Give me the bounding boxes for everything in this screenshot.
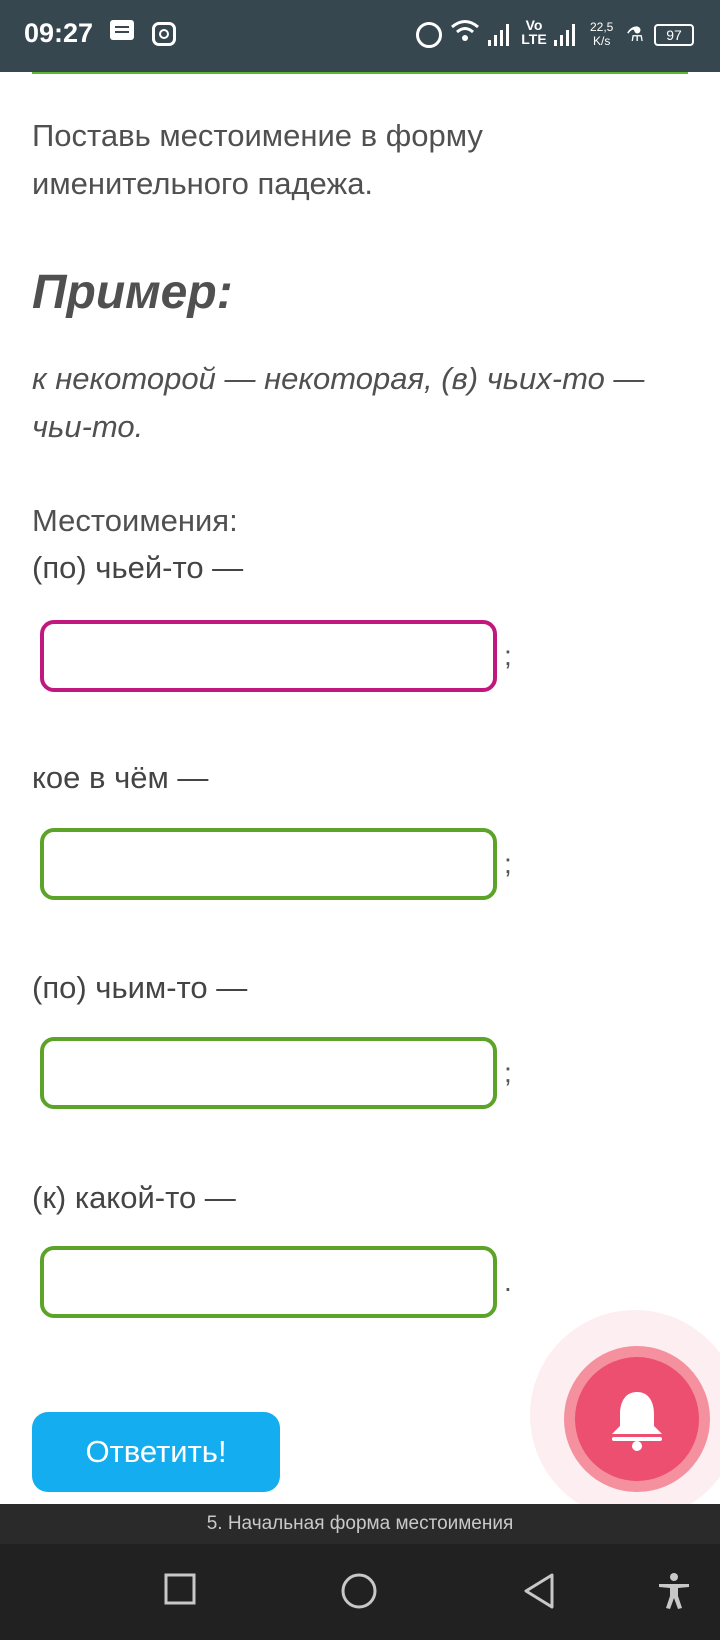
submit-button[interactable]: Ответить! xyxy=(32,1412,280,1492)
alarm-icon xyxy=(416,22,442,48)
example-text: к некоторой — некоторая, (в) чьих-то — ч… xyxy=(32,361,645,444)
punctuation-2: ; xyxy=(504,848,512,879)
signal-icon xyxy=(488,24,510,46)
pronoun-label-3: (по) чьим-то — xyxy=(32,970,248,1005)
answer-input-4[interactable] xyxy=(40,1246,497,1318)
answer-input-3[interactable] xyxy=(40,1037,497,1109)
bell-icon xyxy=(575,1357,699,1481)
accessibility-icon[interactable] xyxy=(656,1572,692,1615)
punctuation-3: ; xyxy=(504,1057,512,1088)
status-bar: 09:27 Vo LTE 22,5 K/s ⚗ 97 xyxy=(0,0,720,72)
signal-icon xyxy=(554,24,576,46)
lesson-title-bar: 5. Начальная форма местоимения xyxy=(0,1504,720,1544)
example-title: Пример: xyxy=(32,266,233,319)
volte-label: Vo LTE xyxy=(521,17,547,47)
task-instruction: Поставь местоимение в форму именительног… xyxy=(32,118,483,201)
notification-bell-button[interactable] xyxy=(564,1346,710,1492)
wifi-icon xyxy=(450,18,480,51)
recents-square-icon[interactable] xyxy=(163,1572,197,1611)
lesson-title: 5. Начальная форма местоимения xyxy=(206,1513,514,1534)
network-speed-value: 22,5 xyxy=(590,20,614,34)
back-triangle-icon[interactable] xyxy=(522,1572,556,1615)
notes-icon xyxy=(110,20,134,40)
top-divider xyxy=(32,72,688,74)
home-circle-icon[interactable] xyxy=(340,1572,378,1615)
battery-icon: 97 xyxy=(654,24,694,46)
pronoun-label-1: (по) чьей-то — xyxy=(32,550,244,585)
navigation-bar xyxy=(0,1544,720,1640)
answer-input-1[interactable] xyxy=(40,620,497,692)
answer-input-2[interactable] xyxy=(40,828,497,900)
network-speed: 22,5 K/s xyxy=(590,20,613,48)
pronoun-label-4: (к) какой-то — xyxy=(32,1180,236,1215)
punctuation-1: ; xyxy=(504,640,512,671)
pronouns-label: Местоимения: xyxy=(32,503,238,538)
pronoun-label-2: кое в чём — xyxy=(32,760,209,795)
punctuation-4: . xyxy=(504,1266,512,1297)
status-time: 09:27 xyxy=(24,18,94,48)
battery-level: 97 xyxy=(666,27,682,43)
instagram-icon xyxy=(152,22,176,46)
flask-icon: ⚗ xyxy=(626,24,644,46)
network-speed-unit: K/s xyxy=(593,34,611,48)
